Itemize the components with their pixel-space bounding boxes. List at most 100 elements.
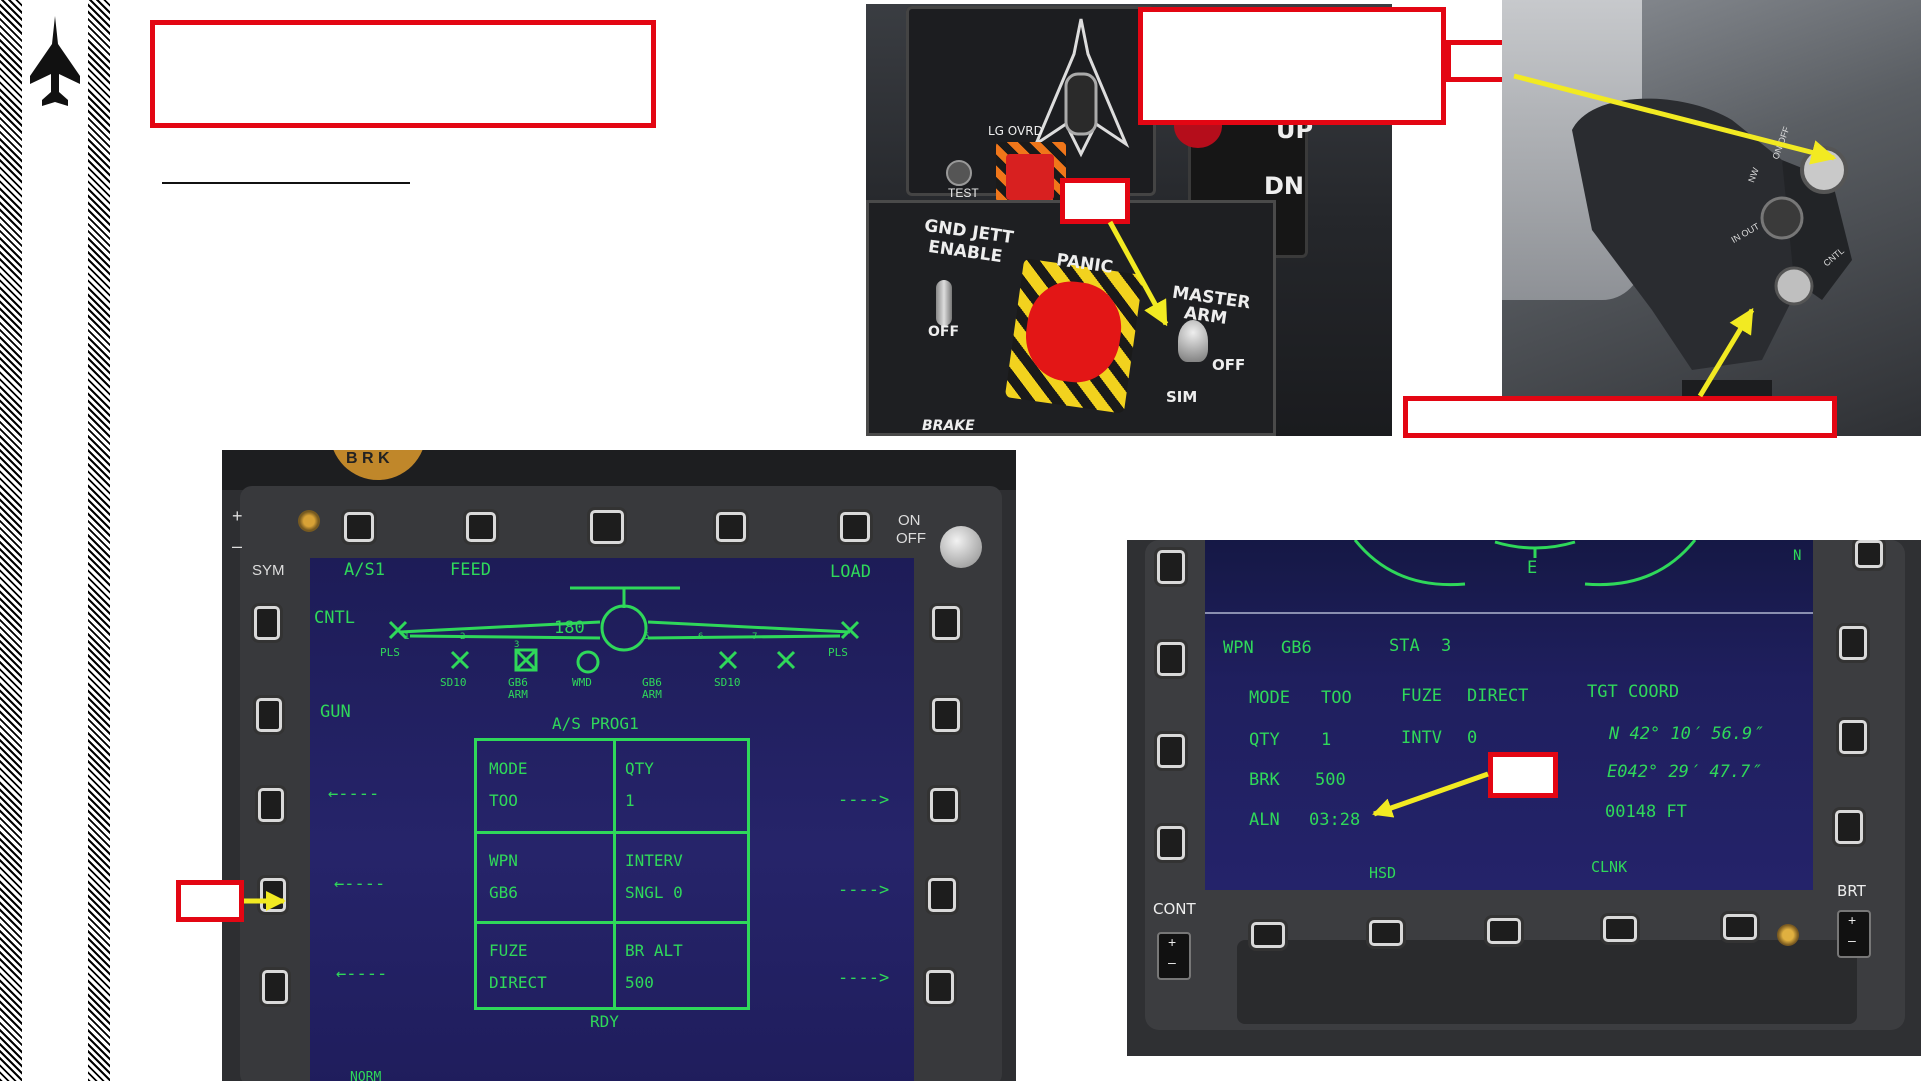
- left-mfd-photo: B R K + – ON OFF SYM A/S1 FEED LOAD CNTL…: [222, 450, 1016, 1081]
- mfd-left-button-2[interactable]: [256, 698, 282, 732]
- mfd-top-button-2[interactable]: [466, 512, 496, 542]
- mfd-right-button-5[interactable]: [926, 970, 954, 1004]
- mfd-rotary-knob[interactable]: [940, 526, 982, 568]
- left-mfd-screen: A/S1 FEED LOAD CNTL GUN 180 PLS 1 SD10 2…: [310, 558, 914, 1081]
- brt-label: BRT: [1837, 882, 1866, 900]
- rmfd-right-button-4[interactable]: [1835, 810, 1863, 844]
- hsd-page[interactable]: HSD: [1369, 864, 1396, 882]
- mfd-left-button-3[interactable]: [258, 788, 284, 822]
- rmfd-left-button-4[interactable]: [1157, 826, 1185, 860]
- mfd-right-button-3[interactable]: [930, 788, 958, 822]
- rmfd-bottom-button-1[interactable]: [1251, 922, 1285, 948]
- rmfd-left-button-2[interactable]: [1157, 642, 1185, 676]
- mfd-right-button-1[interactable]: [932, 606, 960, 640]
- station-1-name[interactable]: PLS: [380, 646, 400, 659]
- brk-value: 500: [1315, 770, 1346, 790]
- right-arrow-2: ---->: [838, 880, 890, 900]
- station-6-name[interactable]: SD10: [714, 676, 741, 689]
- qty-value: 1: [1321, 730, 1332, 750]
- brk-label: B R K: [346, 450, 390, 467]
- rmfd-left-button-1[interactable]: [1157, 550, 1185, 584]
- cell-interv-label: INTERV: [625, 851, 683, 870]
- cell-qty-value: 1: [625, 791, 635, 810]
- callout-arrows-top: [1107, 73, 1837, 398]
- mfd-page-load[interactable]: LOAD: [830, 562, 871, 582]
- settings-gear-icon: [298, 510, 320, 532]
- left-mfd-arrow: [244, 891, 286, 911]
- cell-bralt-value: 500: [625, 973, 654, 992]
- cell-qty-label: QTY: [625, 759, 654, 778]
- rmfd-left-button-3[interactable]: [1157, 734, 1185, 768]
- heading-readout: 180: [554, 618, 585, 638]
- rmfd-bottom-button-3[interactable]: [1487, 918, 1521, 944]
- mfd-top-button-4[interactable]: [716, 512, 746, 542]
- brightness-minus[interactable]: –: [232, 536, 242, 557]
- cont-label: CONT: [1153, 900, 1196, 918]
- cell-wpn-label: WPN: [489, 851, 518, 870]
- mfd-page-a-s1[interactable]: A/S1: [344, 560, 385, 580]
- program-table: MODE TOO QTY 1 WPN GB6 INTERV SNGL 0 FUZ…: [474, 738, 750, 1010]
- mfd-left-button-1[interactable]: [254, 606, 280, 640]
- left-arrow-2: ←----: [334, 874, 386, 894]
- aln-timer-value: 03:28: [1309, 810, 1361, 830]
- sta-value: 3: [1441, 636, 1452, 656]
- station-6-num: 6: [698, 632, 704, 642]
- mfd-top-button-5[interactable]: [840, 512, 870, 542]
- station-2-name[interactable]: SD10: [440, 676, 467, 689]
- contrast-rocker[interactable]: + –: [1157, 932, 1191, 980]
- target-latitude: N 42° 10′ 56.9″: [1609, 724, 1763, 744]
- rmfd-right-button-2[interactable]: [1839, 626, 1867, 660]
- station-3-arm: ARM: [508, 688, 528, 701]
- mfd-top-button-1[interactable]: [344, 512, 374, 542]
- cell-wpn-value: GB6: [489, 883, 518, 902]
- mfd-page-feed[interactable]: FEED: [450, 560, 491, 580]
- station-3-num: 3: [514, 640, 520, 650]
- gun-label[interactable]: GUN: [320, 702, 351, 722]
- compass-heading-e: E: [1527, 558, 1538, 578]
- right-mfd-screen: E N WPN GB6 STA 3 MODE TOO FUZE DIRECT T…: [1205, 540, 1813, 890]
- right-mfd-photo: E N WPN GB6 STA 3 MODE TOO FUZE DIRECT T…: [1127, 540, 1921, 1056]
- brightness-plus[interactable]: +: [232, 506, 243, 527]
- aln-label: ALN: [1249, 810, 1280, 830]
- rmfd-right-button-1[interactable]: [1855, 540, 1883, 568]
- left-arrow-3: ←----: [336, 964, 388, 984]
- mfd-left-button-5[interactable]: [262, 970, 288, 1004]
- wpn-label: WPN: [1223, 638, 1254, 658]
- left-mfd-callout-box: [176, 880, 244, 922]
- rmfd-bottom-button-4[interactable]: [1603, 916, 1637, 942]
- rdy-status: RDY: [590, 1012, 619, 1031]
- intv-label: INTV: [1401, 728, 1442, 748]
- station-5-arm: ARM: [642, 688, 662, 701]
- brightness-plus-r: +: [1848, 912, 1857, 928]
- contrast-minus: –: [1168, 954, 1176, 970]
- station-7-name[interactable]: PLS: [828, 646, 848, 659]
- brightness-minus-r: –: [1848, 932, 1856, 948]
- left-arrow-1: ←----: [328, 784, 380, 804]
- rmfd-bottom-button-2[interactable]: [1369, 920, 1403, 946]
- rmfd-right-button-3[interactable]: [1839, 720, 1867, 754]
- mode-label: MODE: [1249, 688, 1290, 708]
- target-longitude: E042° 29′ 47.7″: [1607, 762, 1761, 782]
- mfd-right-button-2[interactable]: [932, 698, 960, 732]
- cntl-label[interactable]: CNTL: [314, 608, 355, 628]
- cell-fuze-value: DIRECT: [489, 973, 547, 992]
- cell-fuze-label: FUZE: [489, 941, 528, 960]
- off-label: OFF: [896, 530, 926, 547]
- cell-bralt-label: BR ALT: [625, 941, 683, 960]
- mfd-top-button-3[interactable]: [590, 510, 624, 544]
- target-altitude: 00148 FT: [1605, 802, 1687, 822]
- mfd-right-button-4[interactable]: [928, 878, 956, 912]
- aln-callout-arrow: [1372, 771, 1489, 818]
- clnk-page[interactable]: CLNK: [1591, 858, 1627, 876]
- station-2-num: 2: [460, 632, 466, 642]
- cell-mode-label: MODE: [489, 759, 528, 778]
- compass-arc: [1353, 540, 1697, 587]
- compass-heading-n: N: [1793, 548, 1802, 564]
- station-4-name[interactable]: WMD: [572, 676, 592, 689]
- brightness-rocker[interactable]: + –: [1837, 910, 1871, 958]
- on-label: ON: [898, 512, 921, 529]
- tgt-coord-label: TGT COORD: [1587, 682, 1680, 702]
- rmfd-bottom-button-5[interactable]: [1723, 914, 1757, 940]
- prog-title: A/S PROG1: [552, 714, 639, 733]
- wpn-value: GB6: [1281, 638, 1312, 658]
